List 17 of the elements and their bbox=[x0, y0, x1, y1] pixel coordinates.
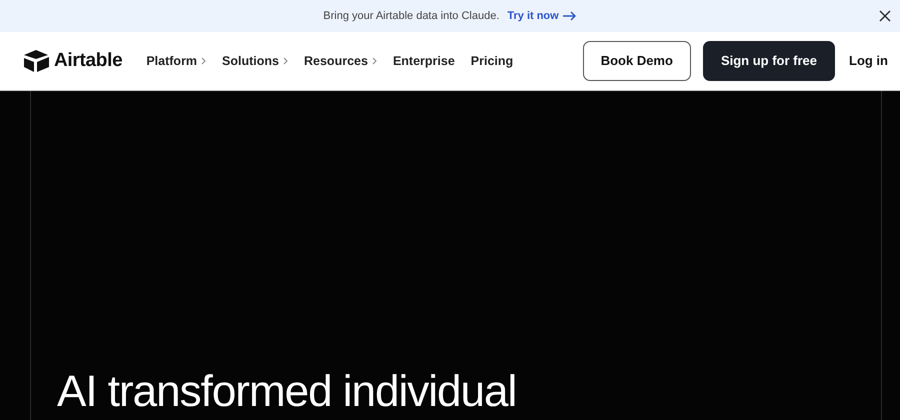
nav-link[interactable]: Solutions bbox=[222, 52, 288, 70]
arrow-icon bbox=[562, 11, 577, 21]
hero-heading: AI transformed individual bbox=[56, 368, 516, 418]
chevron-icon bbox=[283, 57, 288, 65]
banner-message: Bring your Airtable data into Claude. bbox=[323, 8, 500, 24]
try-it-link[interactable]: Try it now bbox=[507, 8, 577, 24]
nav-link[interactable]: Enterprise bbox=[392, 52, 455, 70]
book-demo-button[interactable]: Book Demo bbox=[582, 41, 691, 81]
nav-link[interactable]: Resources bbox=[304, 52, 377, 70]
log-in-link[interactable]: Log in bbox=[847, 41, 888, 81]
sign-up-button[interactable]: Sign up for free bbox=[702, 41, 835, 81]
chevron-icon bbox=[201, 57, 206, 65]
nav-link[interactable]: Platform bbox=[146, 52, 206, 70]
nav-link[interactable]: Pricing bbox=[470, 52, 514, 70]
logo-icon bbox=[24, 50, 50, 72]
chevron-icon bbox=[372, 57, 377, 65]
logo-text[interactable]: Airtable bbox=[54, 46, 122, 76]
